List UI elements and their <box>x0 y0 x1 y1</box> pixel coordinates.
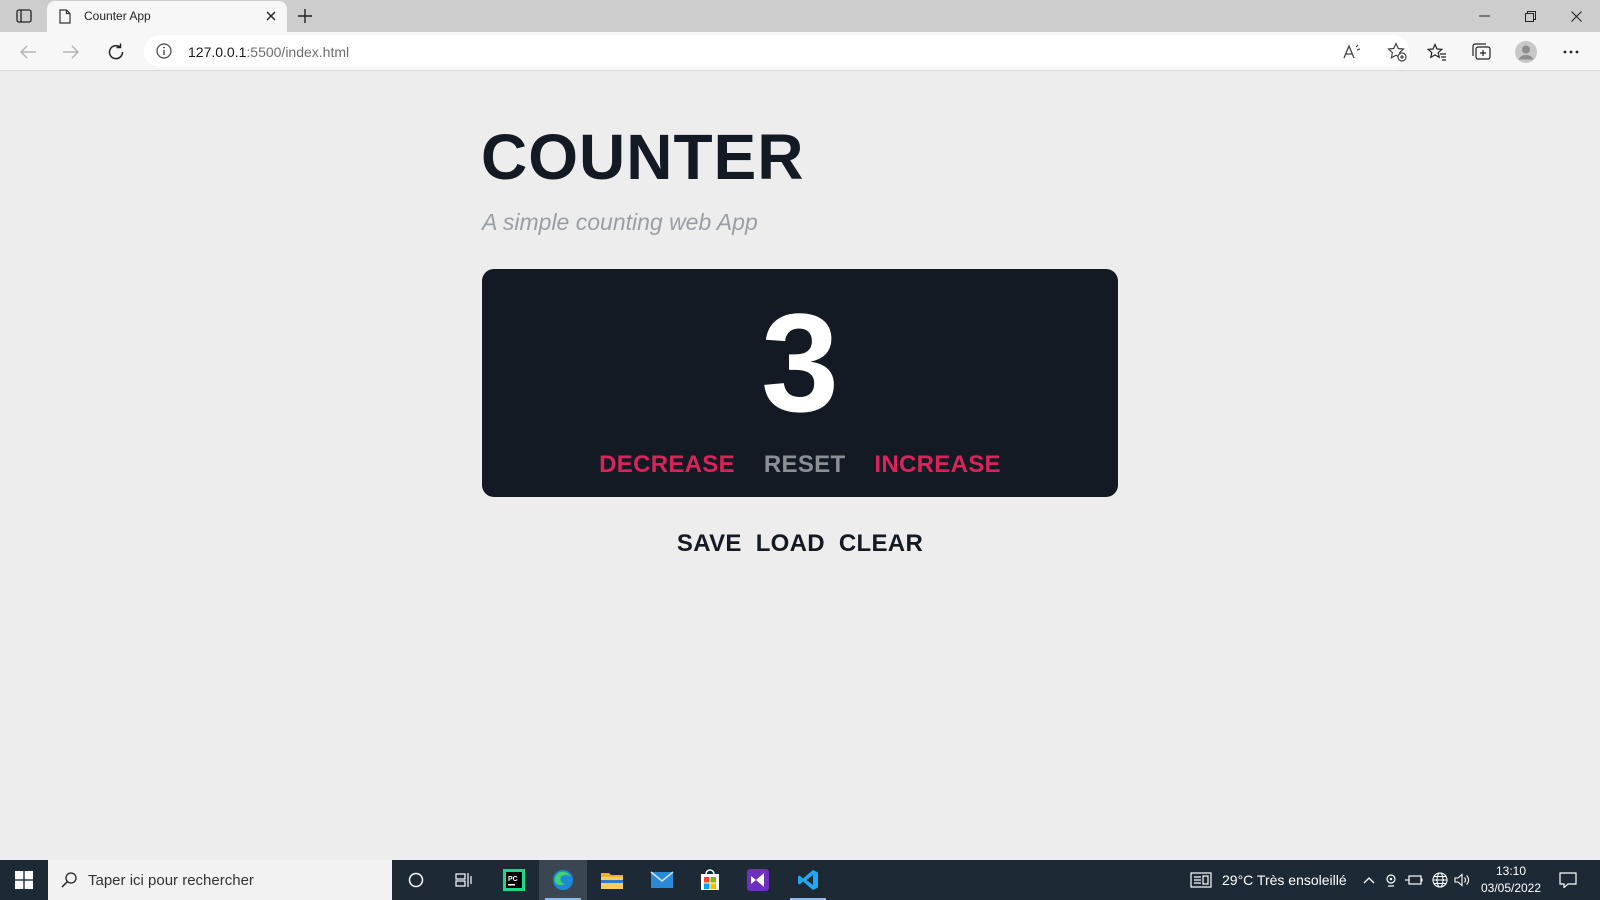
search-icon <box>61 872 77 893</box>
address-bar[interactable]: 127.0.0.1:5500/index.html <box>144 35 1409 67</box>
taskbar: Taper ici pour rechercher PC 29°C Très e… <box>0 860 1600 900</box>
counter-card: 3 DECREASE RESET INCREASE <box>482 269 1118 497</box>
counter-value: 3 <box>761 284 839 441</box>
network-globe-icon[interactable] <box>1431 871 1449 889</box>
minimize-icon[interactable] <box>1469 4 1499 28</box>
storage-controls: SAVE LOAD CLEAR <box>0 530 1600 558</box>
webcam-icon[interactable] <box>1382 871 1400 889</box>
chevron-up-icon[interactable] <box>1360 871 1378 889</box>
page-subtitle: A simple counting web App <box>482 209 758 235</box>
mail-icon[interactable] <box>638 860 686 900</box>
clear-button[interactable]: CLEAR <box>839 530 923 558</box>
increase-button[interactable]: INCREASE <box>874 451 1000 479</box>
profile-avatar[interactable] <box>1513 39 1539 65</box>
browser-tab-bar: Counter App <box>0 0 1600 32</box>
edge-icon[interactable] <box>539 860 587 900</box>
browser-toolbar: 127.0.0.1:5500/index.html <box>0 32 1600 71</box>
tab-title: Counter App <box>84 9 151 23</box>
volume-icon[interactable] <box>1453 871 1471 889</box>
favorites-icon[interactable] <box>1424 39 1450 65</box>
windows-start-icon[interactable] <box>0 860 48 900</box>
back-icon[interactable] <box>15 39 41 65</box>
url-text: 127.0.0.1:5500/index.html <box>188 44 349 60</box>
weather-text[interactable]: 29°C Très ensoleillé <box>1222 872 1347 888</box>
clock-date: 03/05/2022 <box>1480 881 1542 895</box>
taskbar-search[interactable]: Taper ici pour rechercher <box>48 860 392 900</box>
save-button[interactable]: SAVE <box>677 530 742 558</box>
forward-icon[interactable] <box>58 39 84 65</box>
decrease-button[interactable]: DECREASE <box>599 451 735 479</box>
load-button[interactable]: LOAD <box>756 530 825 558</box>
close-window-icon[interactable] <box>1561 4 1591 28</box>
clock-time: 13:10 <box>1495 864 1527 878</box>
svg-text:PC: PC <box>508 876 518 883</box>
file-explorer-icon[interactable] <box>588 860 636 900</box>
more-options-icon[interactable] <box>1558 39 1584 65</box>
tab-actions-icon[interactable] <box>12 6 36 26</box>
page-title: COUNTER <box>481 121 805 193</box>
read-aloud-icon[interactable] <box>1341 41 1363 63</box>
url-host: 127.0.0.1 <box>188 44 247 60</box>
reset-button[interactable]: RESET <box>764 451 846 479</box>
close-tab-icon[interactable] <box>263 8 279 24</box>
page-icon <box>59 9 71 29</box>
new-tab-icon[interactable] <box>294 6 316 26</box>
url-path: :5500/index.html <box>246 44 350 60</box>
battery-plug-icon[interactable] <box>1405 871 1423 889</box>
pycharm-icon[interactable]: PC <box>490 860 538 900</box>
task-view-icon[interactable] <box>440 860 488 900</box>
search-placeholder: Taper ici pour rechercher <box>88 872 254 889</box>
site-info-icon[interactable] <box>156 43 172 64</box>
add-favorite-icon[interactable] <box>1386 41 1408 63</box>
counter-controls: DECREASE RESET INCREASE <box>482 451 1118 479</box>
weather-news-icon[interactable] <box>1190 871 1212 889</box>
notifications-icon[interactable] <box>1557 870 1579 890</box>
tab-counter-app[interactable]: Counter App <box>47 1 287 32</box>
refresh-icon[interactable] <box>103 39 129 65</box>
collections-icon[interactable] <box>1468 39 1494 65</box>
microsoft-store-icon[interactable] <box>686 860 734 900</box>
visual-studio-icon[interactable] <box>734 860 782 900</box>
restore-icon[interactable] <box>1515 4 1545 28</box>
system-clock[interactable]: 13:10 03/05/2022 <box>1476 863 1546 897</box>
cortana-icon[interactable] <box>392 860 440 900</box>
vscode-icon[interactable] <box>784 860 832 900</box>
